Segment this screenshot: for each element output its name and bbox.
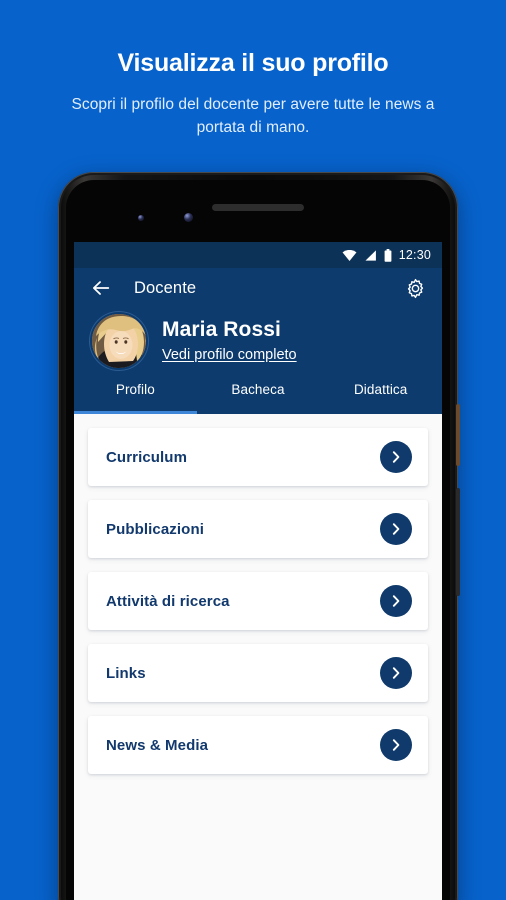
view-full-profile-link[interactable]: Vedi profilo completo: [162, 347, 297, 363]
chevron-right-icon[interactable]: [380, 513, 412, 545]
battery-icon: [384, 248, 392, 262]
tab-profilo[interactable]: Profilo: [74, 380, 197, 414]
profile-name: Maria Rossi: [162, 318, 281, 341]
list-item-label: Attività di ricerca: [106, 592, 230, 610]
tab-bacheca[interactable]: Bacheca: [197, 380, 320, 414]
promo-title: Visualizza il suo profilo: [117, 49, 389, 77]
signal-icon: [365, 249, 376, 261]
app-bar-title: Docente: [134, 278, 197, 297]
promo-header: Visualizza il suo profilo Scopri il prof…: [0, 0, 506, 139]
list-item-label: Curriculum: [106, 448, 188, 466]
list-item-label: Links: [106, 664, 146, 682]
status-bar: 12:30: [74, 242, 442, 268]
menu-list: Curriculum Pubblicazioni Attività di ric…: [74, 414, 442, 900]
power-button[interactable]: [456, 404, 460, 466]
list-item-label: News & Media: [106, 736, 209, 754]
back-arrow-icon[interactable]: [90, 277, 112, 299]
phone-mockup: 12:30 Docente Maria Rossi Vedi profilo c…: [58, 172, 460, 900]
gear-icon[interactable]: [405, 278, 426, 299]
chevron-right-icon[interactable]: [380, 585, 412, 617]
promo-subtitle: Scopri il profilo del docente per avere …: [71, 96, 435, 136]
wifi-icon: [342, 249, 357, 261]
chevron-right-icon[interactable]: [380, 441, 412, 473]
profile-meta: Maria Rossi Vedi profilo completo: [162, 318, 297, 364]
app-bar: Docente: [74, 268, 442, 308]
list-item-attivita-di-ricerca[interactable]: Attività di ricerca: [88, 572, 428, 630]
chevron-right-icon[interactable]: [380, 729, 412, 761]
phone-display-area: 12:30 Docente Maria Rossi Vedi profilo c…: [66, 180, 450, 900]
app-screen: 12:30 Docente Maria Rossi Vedi profilo c…: [74, 242, 442, 900]
tab-bar: Profilo Bacheca Didattica: [74, 380, 442, 414]
profile-header: Maria Rossi Vedi profilo completo: [74, 308, 442, 380]
volume-button[interactable]: [456, 488, 460, 596]
list-item-news-media[interactable]: News & Media: [88, 716, 428, 774]
chevron-right-icon[interactable]: [380, 657, 412, 689]
list-item-pubblicazioni[interactable]: Pubblicazioni: [88, 500, 428, 558]
avatar[interactable]: [90, 312, 148, 370]
tab-didattica[interactable]: Didattica: [319, 380, 442, 414]
list-item-curriculum[interactable]: Curriculum: [88, 428, 428, 486]
tab-active-indicator: [74, 411, 197, 414]
proximity-sensor-icon: [138, 215, 144, 221]
front-camera-icon: [184, 213, 193, 222]
list-item-links[interactable]: Links: [88, 644, 428, 702]
status-bar-time: 12:30: [398, 248, 431, 262]
list-item-label: Pubblicazioni: [106, 520, 204, 538]
earpiece-speaker-icon: [212, 204, 304, 211]
